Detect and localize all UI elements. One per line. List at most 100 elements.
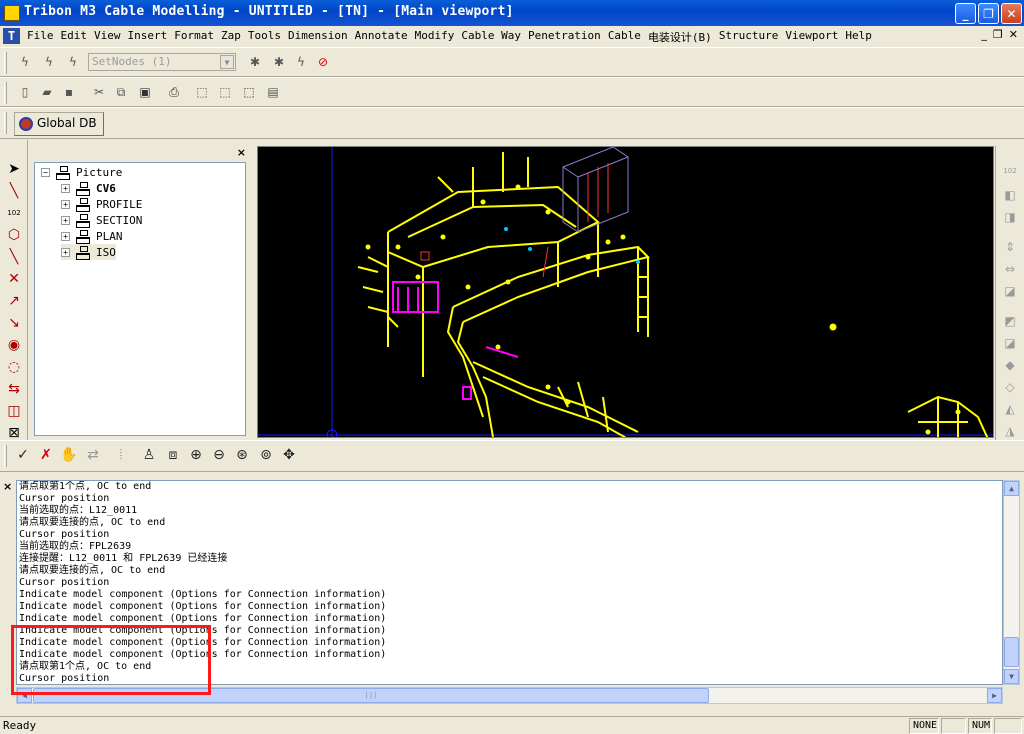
- box-open-icon[interactable]: ⬚: [216, 83, 234, 101]
- arc-icon[interactable]: ◌: [5, 358, 23, 376]
- scroll-thumb[interactable]: [1004, 637, 1019, 667]
- print-icon[interactable]: ⎙: [165, 83, 183, 101]
- zoom-in-icon[interactable]: ⊕: [187, 446, 205, 464]
- view-back-icon[interactable]: ◭: [1001, 400, 1019, 418]
- shade-icon[interactable]: ◧: [1001, 186, 1019, 204]
- lightning-small-icon[interactable]: ϟ: [292, 53, 310, 71]
- tree-node-plan[interactable]: + PLAN: [61, 228, 123, 244]
- scroll-down-icon[interactable]: ▼: [1004, 669, 1019, 684]
- menu-annotate[interactable]: Annotate: [353, 29, 413, 45]
- bug-icon[interactable]: ✱: [246, 53, 264, 71]
- menu-help[interactable]: Help: [843, 29, 877, 45]
- link-icon[interactable]: ⇄: [84, 446, 102, 464]
- menu-electrical-design[interactable]: 电装设计(B): [646, 29, 717, 45]
- scroll-right-icon[interactable]: ▶: [987, 688, 1002, 703]
- grip-icon[interactable]: ⦙: [112, 446, 130, 464]
- copy-icon[interactable]: ⧉: [112, 83, 130, 101]
- paste-icon[interactable]: ▣: [136, 83, 154, 101]
- menu-format[interactable]: Format: [172, 29, 219, 45]
- shade-alt-icon[interactable]: ◨: [1001, 208, 1019, 226]
- lightning-arrow-icon[interactable]: ϟ: [64, 53, 82, 71]
- toolbar-grip[interactable]: [4, 52, 7, 74]
- layout-icon[interactable]: ▤: [264, 83, 282, 101]
- mdi-restore-button[interactable]: ❐: [993, 28, 1003, 41]
- tree-close-button[interactable]: ×: [237, 146, 246, 159]
- main-viewport[interactable]: [257, 146, 994, 438]
- console-close-button[interactable]: ×: [3, 480, 12, 493]
- minimize-button[interactable]: _: [955, 3, 976, 24]
- point-icon[interactable]: ↘: [5, 314, 23, 332]
- menu-cable-way[interactable]: Cable Way: [459, 29, 526, 45]
- expand-icon[interactable]: +: [61, 199, 70, 209]
- menu-zap[interactable]: Zap: [219, 29, 246, 45]
- line-diagonal-icon[interactable]: ╲: [5, 248, 23, 266]
- align-vertical-icon[interactable]: ⇕: [1001, 238, 1019, 256]
- cube-icon[interactable]: ⬡: [5, 226, 23, 244]
- align-horizontal-icon[interactable]: ⇔: [1001, 260, 1019, 278]
- point-arrow-icon[interactable]: ↗: [5, 292, 23, 310]
- box-icon[interactable]: ⬚: [193, 83, 211, 101]
- circle-icon[interactable]: ◉: [5, 336, 23, 354]
- expand-icon[interactable]: +: [61, 231, 70, 241]
- tree-node-picture[interactable]: − Picture: [41, 164, 122, 180]
- tree-node-iso[interactable]: + ISO: [61, 244, 116, 260]
- cut-icon[interactable]: ✂: [90, 83, 108, 101]
- stop-icon[interactable]: ⊘: [314, 53, 332, 71]
- toolbar-grip[interactable]: [4, 112, 7, 134]
- global-db-button[interactable]: Global DB: [14, 112, 104, 136]
- view-iso-icon[interactable]: ◇: [1001, 378, 1019, 396]
- view-front-icon[interactable]: ◩: [1001, 312, 1019, 330]
- brush-icon[interactable]: ♙: [140, 446, 158, 464]
- close-button[interactable]: ✕: [1001, 3, 1022, 24]
- menu-file[interactable]: File: [25, 29, 59, 45]
- zoom-out-icon[interactable]: ⊖: [210, 446, 228, 464]
- tree-node-section[interactable]: + SECTION: [61, 212, 142, 228]
- toolbar-grip[interactable]: [4, 82, 7, 104]
- align-icon[interactable]: ◪: [1001, 282, 1019, 300]
- lightning-icon[interactable]: ϟ: [16, 53, 34, 71]
- setnodes-dropdown[interactable]: SetNodes (1) ▼: [88, 53, 236, 71]
- lightning-disabled-icon[interactable]: ϟ: [40, 53, 58, 71]
- scroll-up-icon[interactable]: ▲: [1004, 481, 1019, 496]
- zoom-all-icon[interactable]: ⊛: [233, 446, 251, 464]
- cross-icon[interactable]: ✕: [5, 270, 23, 288]
- open-folder-icon[interactable]: ▰: [38, 83, 56, 101]
- toolbar-grip[interactable]: [4, 445, 7, 467]
- menu-dimension[interactable]: Dimension: [286, 29, 353, 45]
- expand-icon[interactable]: +: [61, 183, 70, 193]
- cancel-icon[interactable]: ✗: [37, 446, 55, 464]
- check-icon[interactable]: ✓: [14, 446, 32, 464]
- bug-lightning-icon[interactable]: ✱: [270, 53, 288, 71]
- pan-arrows-icon[interactable]: ✥: [280, 446, 298, 464]
- pan-hand-icon[interactable]: ✋: [60, 446, 78, 464]
- expand-icon[interactable]: +: [61, 247, 70, 257]
- zoom-previous-icon[interactable]: ⊚: [257, 446, 275, 464]
- expand-icon[interactable]: +: [61, 215, 70, 225]
- new-file-icon[interactable]: ▯: [16, 83, 34, 101]
- menu-penetration[interactable]: Penetration: [526, 29, 606, 45]
- rectangle-icon[interactable]: ◫: [5, 402, 23, 420]
- box-info-icon[interactable]: ⬚: [240, 83, 258, 101]
- pointer-icon[interactable]: ➤: [5, 160, 23, 178]
- maximize-button[interactable]: ❐: [978, 3, 999, 24]
- mdi-minimize-button[interactable]: _: [981, 28, 987, 41]
- dimension-icon[interactable]: 102: [1001, 162, 1019, 180]
- dimension-icon[interactable]: 102: [5, 204, 23, 222]
- tree-node-profile[interactable]: + PROFILE: [61, 196, 142, 212]
- menu-viewport[interactable]: Viewport: [783, 29, 843, 45]
- collapse-icon[interactable]: −: [41, 167, 50, 177]
- cable-model-drawing[interactable]: [258, 147, 994, 438]
- document-icon[interactable]: T: [3, 28, 20, 44]
- chevron-down-icon[interactable]: ▼: [220, 55, 234, 69]
- view-top-icon[interactable]: ◆: [1001, 356, 1019, 374]
- menu-structure[interactable]: Structure: [717, 29, 784, 45]
- arrows-icon[interactable]: ⇆: [5, 380, 23, 398]
- menu-cable[interactable]: Cable: [606, 29, 646, 45]
- menu-modify[interactable]: Modify: [413, 29, 460, 45]
- menu-insert[interactable]: Insert: [126, 29, 173, 45]
- menu-tools[interactable]: Tools: [246, 29, 286, 45]
- view-side-icon[interactable]: ◪: [1001, 334, 1019, 352]
- view-bottom-icon[interactable]: ◮: [1001, 422, 1019, 440]
- console-vertical-scrollbar[interactable]: ▲ ▼: [1003, 480, 1020, 685]
- menu-edit[interactable]: Edit: [59, 29, 93, 45]
